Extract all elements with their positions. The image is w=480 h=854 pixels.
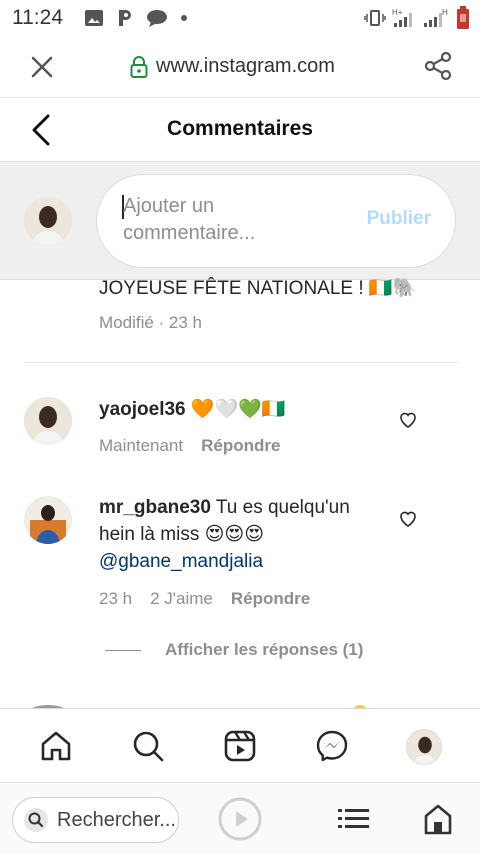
menu-list-icon[interactable] <box>338 805 370 833</box>
reply-button[interactable]: Répondre <box>201 436 280 456</box>
instagram-bottom-nav <box>0 708 480 782</box>
dot-icon <box>181 15 187 21</box>
reels-icon[interactable] <box>223 729 257 763</box>
chat-bubble-icon <box>147 10 167 27</box>
comment-meta: Maintenant Répondre <box>99 436 280 456</box>
caption-divider <box>24 362 458 363</box>
comment-meta: 23 h 2 J'aime Répondre <box>99 589 310 609</box>
svg-text:H+: H+ <box>392 8 403 17</box>
avatar[interactable] <box>24 397 72 445</box>
comment-input[interactable]: Ajouter un commentaire... Publier <box>96 174 456 268</box>
comment-time: 23 h <box>99 589 133 608</box>
search-icon <box>24 808 48 832</box>
replies-line <box>105 649 141 651</box>
caption-text: JOYEUSE FÊTE NATIONALE ! 🇨🇮🐘 <box>99 278 417 299</box>
page-title: Commentaires <box>167 117 313 140</box>
status-bar: 11:24 H+ H <box>0 0 480 36</box>
view-replies-label: Afficher les réponses (1) <box>165 640 364 659</box>
browser-address-bar: www.instagram.com <box>0 36 480 98</box>
publish-button[interactable]: Publier <box>367 208 431 230</box>
svg-text:H: H <box>442 8 448 17</box>
comments-header: Commentaires <box>0 98 480 162</box>
mention-link[interactable]: @gbane_mandjalia <box>99 551 263 572</box>
my-avatar <box>24 197 72 245</box>
comment-username[interactable]: mr_gbane30 <box>99 497 211 518</box>
comment-placeholder: Ajouter un commentaire... <box>123 195 256 244</box>
browser-toolbar: Rechercher... <box>0 782 480 854</box>
reply-button[interactable]: Répondre <box>231 589 310 609</box>
messenger-icon[interactable] <box>315 729 349 763</box>
play-icon[interactable] <box>218 797 262 841</box>
share-icon[interactable] <box>422 50 454 82</box>
browser-search-label: Rechercher... <box>57 808 176 831</box>
signal-hplus-icon: H+ <box>392 8 412 27</box>
view-replies-button[interactable]: Afficher les réponses (1) <box>105 640 363 660</box>
profile-avatar[interactable] <box>406 729 442 765</box>
comment-username[interactable]: yaojoel36 <box>99 399 186 420</box>
comment-composer: Ajouter un commentaire... Publier <box>0 162 480 280</box>
status-time: 11:24 <box>12 6 63 29</box>
comment-time: Maintenant <box>99 436 184 455</box>
comment-text: 🧡🤍💚🇨🇮 <box>190 399 286 420</box>
battery-icon <box>457 6 469 29</box>
image-icon <box>85 10 103 26</box>
url-text: www.instagram.com <box>156 55 335 77</box>
browser-search[interactable]: Rechercher... <box>12 797 179 843</box>
likes-count[interactable]: 2 J'aime <box>150 589 213 609</box>
search-icon[interactable] <box>131 729 165 763</box>
vibrate-icon <box>364 10 386 26</box>
home-icon[interactable] <box>39 729 73 763</box>
heart-icon[interactable] <box>398 410 418 430</box>
signal-h-icon: H <box>424 8 448 27</box>
comment-body: mr_gbane30 Tu es quelqu'un hein là miss … <box>99 494 389 575</box>
close-icon[interactable] <box>28 53 56 81</box>
caption-meta: Modifié · 23 h <box>99 313 203 332</box>
comment-body: yaojoel36 🧡🤍💚🇨🇮 <box>99 396 389 423</box>
lock-icon <box>130 55 148 78</box>
browser-home-icon[interactable] <box>424 803 452 835</box>
heart-icon[interactable] <box>398 509 418 529</box>
p-app-icon <box>119 10 131 26</box>
caption-time: 23 h <box>168 313 203 332</box>
url-display[interactable]: www.instagram.com <box>130 55 335 78</box>
edited-label: Modifié <box>99 313 154 332</box>
avatar[interactable] <box>24 496 72 544</box>
